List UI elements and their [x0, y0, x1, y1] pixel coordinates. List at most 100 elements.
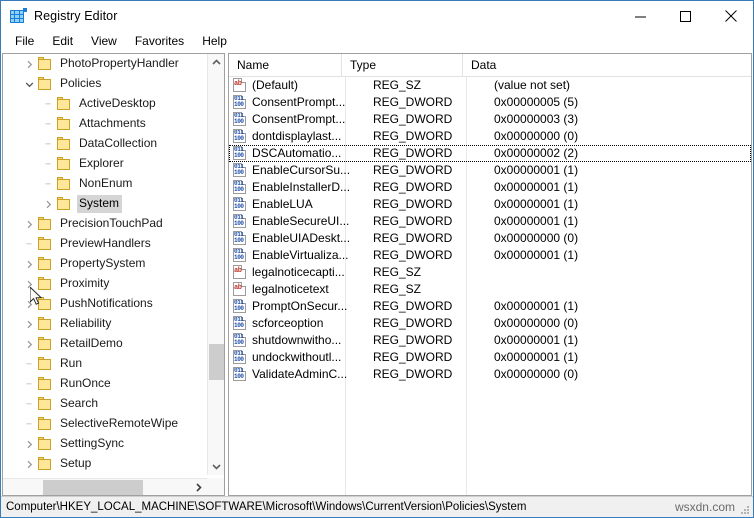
registry-tree-pane[interactable]: PhotoPropertyHandler Policies ┈ ActiveDeskt… — [2, 53, 225, 496]
cell-type: REG_DWORD — [373, 316, 453, 330]
tree-node-retaildemo[interactable]: RetailDemo — [3, 334, 207, 354]
tree-connector: ┈ — [26, 378, 32, 389]
tree-node-datacollection[interactable]: ┈ DataCollection — [3, 134, 207, 154]
dword-value-icon: 011 100 — [232, 95, 248, 110]
cell-name: shutdownwitho... — [252, 333, 342, 347]
menu-file[interactable]: File — [6, 32, 43, 52]
column-header-type[interactable]: Type — [342, 54, 463, 76]
tree-node-shareddlls[interactable]: ┈SharedDLLs — [3, 474, 207, 475]
tree-node-settingsync[interactable]: SettingSync — [3, 434, 207, 454]
table-row[interactable]: 011 100 ConsentPrompt... REG_DWORD 0x0000000… — [229, 111, 751, 128]
menu-favorites[interactable]: Favorites — [126, 32, 193, 52]
chevron-right-icon[interactable] — [21, 60, 37, 69]
tree-node-selectiveremotewipe[interactable]: ┈ SelectiveRemoteWipe — [3, 414, 207, 434]
column-header-name[interactable]: Name — [229, 54, 342, 76]
chevron-right-icon[interactable] — [21, 340, 37, 349]
table-row[interactable]: 011 100 EnableLUA REG_DWORD 0x00000001 (1) — [229, 196, 751, 213]
tree-node-propertysystem[interactable]: PropertySystem — [3, 254, 207, 274]
values-list-pane[interactable]: Name Type Data ab (Default) REG_SZ (value n… — [228, 53, 752, 496]
table-row[interactable]: 011 100 PromptOnSecur... REG_DWORD 0x0000000… — [229, 298, 751, 315]
tree-node-precisiontouchpad[interactable]: PrecisionTouchPad — [3, 214, 207, 234]
close-button[interactable] — [708, 1, 753, 31]
tree-node-search[interactable]: ┈ Search — [3, 394, 207, 414]
table-row[interactable]: 011 100 undockwithoutl... REG_DWORD 0x000000… — [229, 349, 751, 366]
registry-tree[interactable]: PhotoPropertyHandler Policies ┈ ActiveDeskt… — [3, 54, 207, 475]
tree-node-label: PushNotifications — [60, 296, 153, 310]
table-row[interactable]: ab legalnoticecapti... REG_SZ — [229, 264, 751, 281]
tree-node-reliability[interactable]: Reliability — [3, 314, 207, 334]
cell-type: REG_SZ — [373, 78, 422, 92]
table-row[interactable]: 011 100 EnableUIADeskt... REG_DWORD 0x000000… — [229, 230, 751, 247]
chevron-right-icon[interactable] — [21, 300, 37, 309]
table-row[interactable]: 011 100 scforceoption REG_DWORD 0x00000000 (… — [229, 315, 751, 332]
tree-node-label: RetailDemo — [60, 336, 123, 350]
resize-grip[interactable] — [739, 504, 750, 515]
tree-node-run[interactable]: ┈ Run — [3, 354, 207, 374]
tree-connector: ┈ — [45, 138, 51, 149]
tree-node-policies[interactable]: Policies — [3, 74, 207, 94]
tree-node-previewhandlers[interactable]: ┈ PreviewHandlers — [3, 234, 207, 254]
tree-horizontal-scroll-thumb[interactable] — [43, 480, 143, 495]
menu-view[interactable]: View — [82, 32, 126, 52]
table-row[interactable]: 011 100 ValidateAdminC... REG_DWORD 0x000000… — [229, 366, 751, 383]
cell-data: 0x00000000 (0) — [494, 367, 579, 381]
cell-data: 0x00000001 (1) — [494, 350, 579, 364]
tree-node-explorer[interactable]: ┈ Explorer — [3, 154, 207, 174]
menu-edit[interactable]: Edit — [43, 32, 82, 52]
registry-path: Computer\HKEY_LOCAL_MACHINE\SOFTWARE\Mic… — [6, 501, 527, 513]
tree-node-attachments[interactable]: ┈ Attachments — [3, 114, 207, 134]
tree-node-system[interactable]: System — [3, 194, 207, 214]
tree-node-activedesktop[interactable]: ┈ ActiveDesktop — [3, 94, 207, 114]
table-row[interactable]: 011 100 EnableVirtualiza... REG_DWORD 0x0000… — [229, 247, 751, 264]
tree-connector: ┈ — [26, 398, 32, 409]
tree-vertical-scrollbar[interactable] — [207, 54, 224, 475]
tree-horizontal-scrollbar[interactable] — [3, 478, 207, 495]
tree-node-photopropertyhandler[interactable]: PhotoPropertyHandler — [3, 54, 207, 74]
table-row[interactable]: 011 100 EnableSecureUI... REG_DWORD 0x000000… — [229, 213, 751, 230]
tree-node-nonenum[interactable]: ┈ NonEnum — [3, 174, 207, 194]
chevron-right-icon[interactable] — [21, 320, 37, 329]
cell-data: 0x00000001 (1) — [494, 163, 579, 177]
scroll-right-icon[interactable] — [190, 479, 207, 495]
column-header-data[interactable]: Data — [463, 54, 751, 76]
tree-node-label: System — [77, 195, 123, 213]
tree-vertical-scroll-thumb[interactable] — [209, 344, 224, 380]
dword-value-icon: 011 100 — [232, 146, 248, 161]
table-row[interactable]: ab (Default) REG_SZ (value not set) — [229, 77, 751, 94]
tree-node-label: PhotoPropertyHandler — [60, 56, 179, 70]
menu-help[interactable]: Help — [193, 32, 236, 52]
values-list-body[interactable]: ab (Default) REG_SZ (value not set) 011 100 Co… — [229, 77, 751, 495]
tree-node-setup[interactable]: Setup — [3, 454, 207, 474]
chevron-right-icon[interactable] — [40, 200, 56, 209]
tree-node-label: Policies — [60, 76, 102, 90]
maximize-button[interactable] — [663, 1, 708, 31]
dword-value-icon: 011 100 — [232, 333, 248, 348]
folder-icon — [37, 297, 54, 311]
table-row[interactable]: 011 100 DSCAutomatio... REG_DWORD 0x00000002… — [229, 145, 751, 162]
cell-type: REG_DWORD — [373, 214, 453, 228]
folder-icon — [37, 77, 54, 91]
table-row[interactable]: 011 100 EnableInstallerD... REG_DWORD 0x0000… — [229, 179, 751, 196]
chevron-down-icon[interactable] — [21, 80, 37, 89]
tree-node-proximity[interactable]: Proximity — [3, 274, 207, 294]
table-row[interactable]: ab legalnoticetext REG_SZ — [229, 281, 751, 298]
tree-node-label: SettingSync — [60, 436, 125, 450]
chevron-right-icon[interactable] — [21, 440, 37, 449]
dword-value-icon: 011 100 — [232, 299, 248, 314]
table-row[interactable]: 011 100 shutdownwitho... REG_DWORD 0x0000000… — [229, 332, 751, 349]
tree-node-label: Explorer — [79, 156, 124, 170]
chevron-right-icon[interactable] — [21, 260, 37, 269]
scroll-down-icon[interactable] — [208, 458, 224, 475]
scroll-up-icon[interactable] — [208, 54, 224, 71]
cell-type: REG_DWORD — [373, 95, 453, 109]
table-row[interactable]: 011 100 EnableCursorSu... REG_DWORD 0x000000… — [229, 162, 751, 179]
tree-node-pushnotifications[interactable]: PushNotifications — [3, 294, 207, 314]
cell-type: REG_DWORD — [373, 112, 453, 126]
chevron-right-icon[interactable] — [21, 460, 37, 469]
table-row[interactable]: 011 100 dontdisplaylast... REG_DWORD 0x00000… — [229, 128, 751, 145]
table-row[interactable]: 011 100 ConsentPrompt... REG_DWORD 0x0000000… — [229, 94, 751, 111]
chevron-right-icon[interactable] — [21, 220, 37, 229]
minimize-button[interactable] — [618, 1, 663, 31]
chevron-right-icon[interactable] — [21, 280, 37, 289]
tree-node-runonce[interactable]: ┈ RunOnce — [3, 374, 207, 394]
